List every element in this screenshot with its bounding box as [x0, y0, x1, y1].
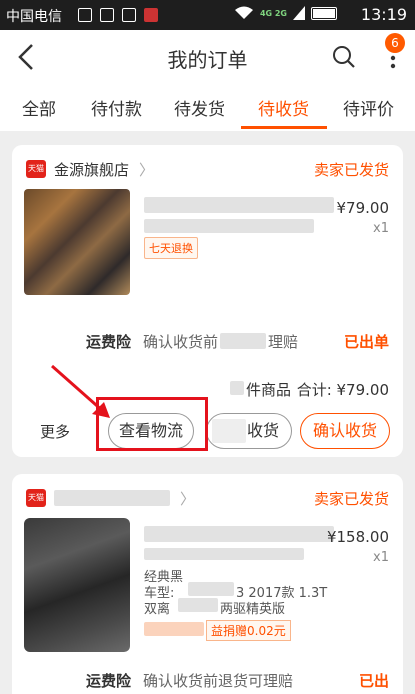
insurance-text-redacted [220, 333, 266, 349]
carrier-label: 中国电信 [6, 9, 62, 25]
search-icon[interactable] [331, 44, 357, 70]
message-icon [100, 8, 114, 22]
item-count-suffix: 件商品 [246, 381, 292, 399]
clock: 13:19 [360, 5, 407, 24]
tmall-badge: 天猫 [26, 160, 46, 178]
product-model-redacted [188, 582, 234, 596]
watermark-logo: Bai 经验 [324, 640, 399, 661]
return-policy-tag: 七天退换 [144, 237, 198, 259]
app-icon [144, 8, 158, 22]
notification-badge: 6 [385, 33, 405, 53]
more-actions-link[interactable]: 更多 [40, 421, 70, 442]
insurance-status: 已出 [358, 672, 389, 690]
product-price: ¥79.00 [336, 199, 390, 217]
product-thumbnail[interactable] [24, 189, 130, 295]
tab-pending-review[interactable]: 待评价 [343, 95, 394, 120]
tmall-badge: 天猫 [26, 489, 46, 507]
product-variant-label: 双离 [144, 602, 171, 617]
insurance-text-end: 理赔 [268, 333, 299, 351]
tab-pending-payment[interactable]: 待付款 [91, 95, 142, 120]
battery-icon [311, 6, 337, 20]
confirm-receipt-button[interactable]: 确认收货 [300, 413, 390, 449]
product-title-redacted [144, 548, 304, 560]
product-quantity: x1 [373, 221, 389, 236]
insurance-status: 已出单 [343, 333, 389, 351]
shop-row[interactable]: 天猫 金源旗舰店 〉 [26, 159, 154, 179]
extend-button-redacted [212, 419, 246, 443]
image-icon [122, 8, 136, 22]
chevron-right-icon: 〉 [180, 489, 196, 508]
order-total: 合计: ¥79.00 [296, 381, 389, 399]
product-sku-redacted [144, 219, 314, 233]
tab-pending-shipment[interactable]: 待发货 [174, 95, 225, 120]
annotation-highlight-box [96, 397, 208, 451]
product-price: ¥158.00 [326, 528, 389, 546]
order-status: 卖家已发货 [313, 490, 389, 508]
product-quantity: x1 [373, 550, 389, 565]
shop-row[interactable]: 天猫 〉 [26, 488, 195, 508]
product-variant-redacted [178, 598, 218, 612]
system-icons: 4G 2G [234, 6, 337, 20]
product-variant: 两驱精英版 [220, 602, 286, 617]
product-title-redacted [144, 197, 334, 213]
shop-name: 金源旗舰店 [54, 160, 130, 179]
insurance-label: 运费险 [86, 672, 132, 690]
chevron-right-icon: 〉 [139, 160, 155, 179]
order-status: 卖家已发货 [313, 161, 389, 179]
insurance-label: 运费险 [86, 333, 132, 351]
order-card: 天猫 金源旗舰店 〉 卖家已发货 ¥79.00 x1 七天退换 运费险 确认收货… [12, 145, 403, 457]
network-label: 4G 2G [259, 8, 287, 18]
app-header: 我的订单 6 [0, 30, 415, 85]
item-count-redacted [230, 381, 244, 395]
signal-icon [293, 6, 305, 20]
tab-pending-receipt[interactable]: 待收货 [258, 95, 309, 120]
active-tab-indicator [241, 126, 327, 129]
insurance-text: 确认收货前退货可理赔 [143, 672, 294, 690]
tab-all[interactable]: 全部 [22, 95, 56, 120]
order-tabs: 全部 待付款 待发货 待收货 待评价 [0, 85, 415, 131]
product-thumbnail[interactable] [24, 518, 130, 652]
promo-redacted [144, 622, 204, 636]
wifi-icon [234, 6, 253, 19]
shop-name-redacted [54, 490, 170, 506]
insurance-text: 确认收货前 [143, 333, 219, 351]
notification-icon [78, 8, 92, 22]
charity-promo-tag: 益捐赠0.02元 [206, 620, 291, 641]
notification-icons [78, 8, 158, 22]
product-title-redacted [144, 526, 334, 542]
status-bar: 中国电信 4G 2G 13:19 [0, 0, 415, 30]
